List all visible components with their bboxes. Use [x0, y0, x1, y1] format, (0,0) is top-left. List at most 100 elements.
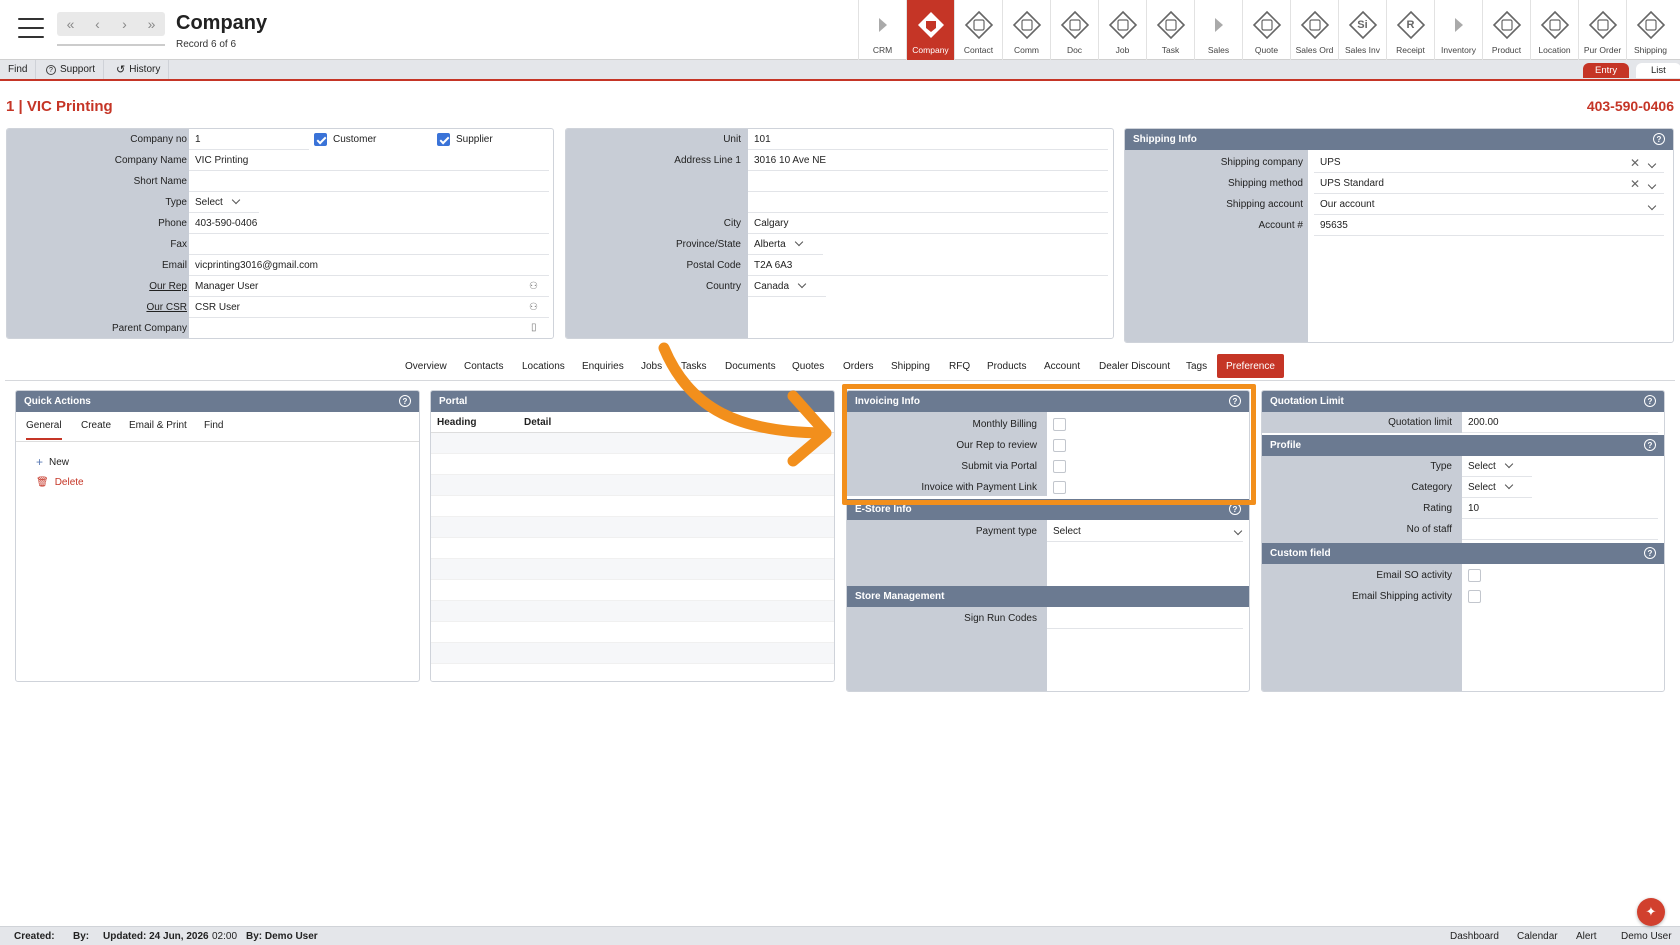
- country-select[interactable]: Canada: [748, 277, 826, 297]
- tab-email-print[interactable]: Email & Print: [129, 420, 187, 431]
- module-company[interactable]: Company: [906, 0, 954, 60]
- company-name-field[interactable]: VIC Printing: [189, 151, 549, 171]
- clear-icon[interactable]: ✕: [1630, 156, 1640, 170]
- our-rep-field[interactable]: Manager User: [189, 277, 549, 297]
- email-field[interactable]: vicprinting3016@gmail.com: [189, 256, 549, 276]
- record-counter: Record 6 of 6: [176, 39, 237, 50]
- clear-icon[interactable]: ✕: [1630, 177, 1640, 191]
- module-crm[interactable]: CRM: [858, 0, 906, 60]
- module-shipping[interactable]: Shipping: [1626, 0, 1674, 60]
- user-menu-link[interactable]: Demo User: [1621, 931, 1672, 942]
- tab-account[interactable]: Account: [1044, 354, 1080, 378]
- module-doc[interactable]: Doc: [1050, 0, 1098, 60]
- city-field[interactable]: Calgary: [748, 214, 1108, 234]
- profile-type-select[interactable]: Select: [1462, 457, 1532, 477]
- tab-locations[interactable]: Locations: [522, 354, 565, 378]
- province-label: Province/State: [675, 239, 741, 250]
- tab-shipping[interactable]: Shipping: [891, 354, 930, 378]
- province-value: Alberta: [754, 239, 786, 250]
- module-job[interactable]: Job: [1098, 0, 1146, 60]
- province-select[interactable]: Alberta: [748, 235, 823, 255]
- user-icon[interactable]: ⚇: [529, 281, 538, 292]
- module-comm[interactable]: Comm: [1002, 0, 1050, 60]
- short-name-field[interactable]: [189, 172, 549, 192]
- module-sales-inv[interactable]: Si Sales Inv: [1338, 0, 1386, 60]
- dashboard-link[interactable]: Dashboard: [1450, 931, 1499, 942]
- staff-field[interactable]: [1462, 520, 1658, 540]
- tab-overview[interactable]: Overview: [405, 354, 447, 378]
- created-label: Created:: [14, 931, 55, 942]
- sign-run-codes-field[interactable]: [1047, 609, 1243, 629]
- help-icon[interactable]: ?: [1644, 395, 1656, 407]
- tab-orders[interactable]: Orders: [843, 354, 874, 378]
- module-contact[interactable]: Contact: [954, 0, 1002, 60]
- supplier-checkbox[interactable]: [437, 133, 450, 146]
- email-shipping-activity-checkbox[interactable]: [1468, 590, 1481, 603]
- tab-enquiries[interactable]: Enquiries: [582, 354, 624, 378]
- delete-action[interactable]: 🗑 Delete: [36, 477, 84, 488]
- previous-record-icon[interactable]: ‹: [84, 12, 111, 36]
- our-csr-field[interactable]: CSR User: [189, 298, 549, 318]
- history-button[interactable]: ↺ History: [108, 60, 170, 79]
- help-icon[interactable]: ?: [1644, 547, 1656, 559]
- category-select[interactable]: Select: [1462, 478, 1532, 498]
- module-quote[interactable]: Quote: [1242, 0, 1290, 60]
- customer-checkbox[interactable]: [314, 133, 327, 146]
- last-record-icon[interactable]: »: [138, 12, 165, 36]
- module-sales[interactable]: Sales: [1194, 0, 1242, 60]
- help-icon[interactable]: ?: [1644, 439, 1656, 451]
- account-number-field[interactable]: 95635: [1314, 216, 1664, 236]
- module-product[interactable]: Product: [1482, 0, 1530, 60]
- user-icon[interactable]: ⚇: [529, 302, 538, 313]
- support-button[interactable]: ? Support: [38, 60, 105, 79]
- module-pur-order[interactable]: Pur Order: [1578, 0, 1626, 60]
- module-task[interactable]: Task: [1146, 0, 1194, 60]
- parent-company-field[interactable]: [189, 319, 549, 338]
- alert-link[interactable]: Alert: [1576, 931, 1597, 942]
- postal-code-field[interactable]: T2A 6A3: [748, 256, 1108, 276]
- address-line1-field[interactable]: 3016 10 Ave NE: [748, 151, 1108, 171]
- tab-rfq[interactable]: RFQ: [949, 354, 970, 378]
- assistant-sparkle-icon[interactable]: ✦: [1637, 898, 1665, 926]
- module-label: Shipping: [1633, 45, 1668, 55]
- menu-icon[interactable]: [18, 18, 44, 38]
- our-csr-link[interactable]: Our CSR: [146, 302, 187, 313]
- tab-general[interactable]: General: [26, 420, 62, 440]
- new-action[interactable]: + New: [36, 456, 69, 468]
- shipping-company-select[interactable]: UPS: [1314, 153, 1664, 173]
- payment-type-select[interactable]: Select: [1047, 522, 1243, 542]
- tab-create[interactable]: Create: [81, 420, 111, 431]
- address-line3-field[interactable]: [748, 193, 1108, 213]
- tab-tags[interactable]: Tags: [1186, 354, 1207, 378]
- module-receipt[interactable]: R Receipt: [1386, 0, 1434, 60]
- help-icon[interactable]: ?: [399, 395, 411, 407]
- module-sales-ord[interactable]: Sales Ord: [1290, 0, 1338, 60]
- tab-find[interactable]: Find: [204, 420, 223, 431]
- quotation-limit-field[interactable]: 200.00: [1462, 413, 1658, 433]
- email-so-activity-checkbox[interactable]: [1468, 569, 1481, 582]
- module-inventory[interactable]: Inventory: [1434, 0, 1482, 60]
- address-line2-field[interactable]: [748, 172, 1108, 192]
- help-icon[interactable]: ?: [1653, 133, 1665, 145]
- company-no-field[interactable]: 1: [189, 130, 309, 150]
- fax-field[interactable]: [189, 235, 549, 255]
- tab-products[interactable]: Products: [987, 354, 1026, 378]
- our-rep-link[interactable]: Our Rep: [149, 281, 187, 292]
- find-button[interactable]: Find: [0, 60, 37, 79]
- unit-field[interactable]: 101: [748, 130, 1108, 150]
- entry-view-button[interactable]: Entry: [1583, 63, 1630, 78]
- building-icon[interactable]: ▯: [531, 322, 537, 333]
- module-location[interactable]: Location: [1530, 0, 1578, 60]
- first-record-icon[interactable]: «: [57, 12, 84, 36]
- calendar-link[interactable]: Calendar: [1517, 931, 1558, 942]
- shipping-method-select[interactable]: UPS Standard: [1314, 174, 1664, 194]
- tab-contacts[interactable]: Contacts: [464, 354, 503, 378]
- type-select[interactable]: Select: [189, 193, 259, 213]
- phone-field[interactable]: 403-590-0406: [189, 214, 549, 234]
- next-record-icon[interactable]: ›: [111, 12, 138, 36]
- list-view-button[interactable]: List: [1636, 63, 1680, 78]
- shipping-account-select[interactable]: Our account: [1314, 195, 1664, 215]
- tab-dealer-discount[interactable]: Dealer Discount: [1099, 354, 1170, 378]
- tab-preference[interactable]: Preference: [1217, 354, 1284, 378]
- rating-field[interactable]: 10: [1462, 499, 1658, 519]
